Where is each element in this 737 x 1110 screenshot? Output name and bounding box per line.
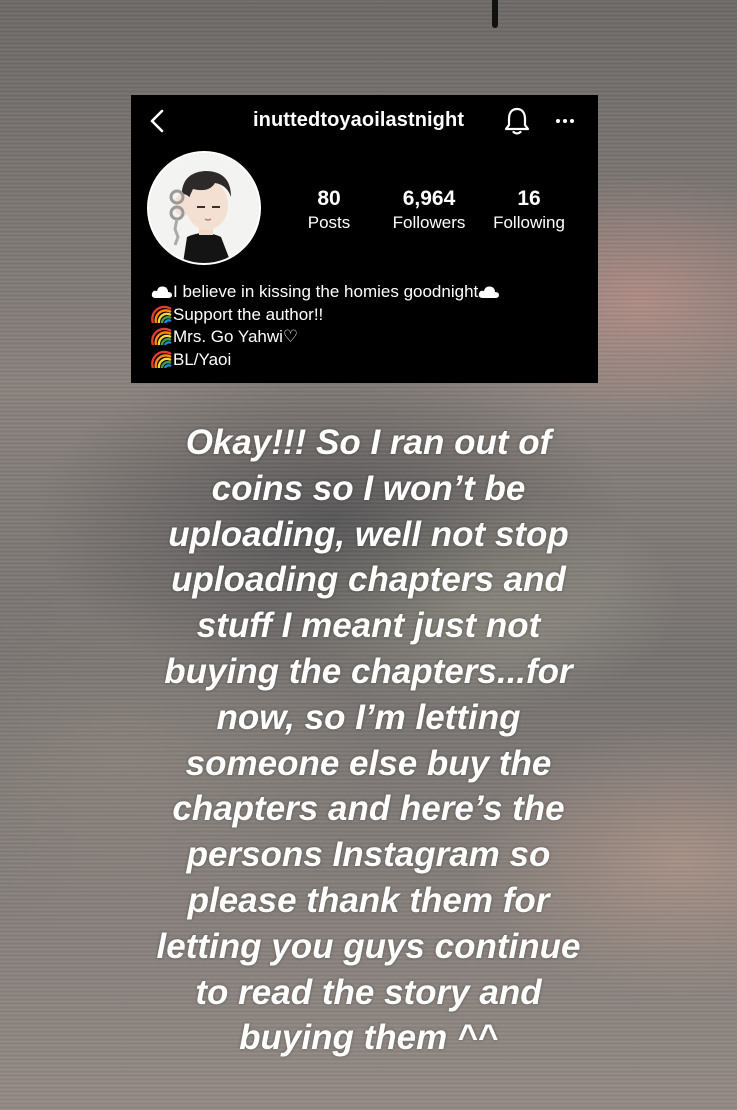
bio-line: Mrs. Go Yahwi♡	[151, 326, 500, 349]
story-caption-line: persons Instagram so	[186, 835, 551, 875]
rainbow-icon	[151, 305, 172, 323]
back-chevron-icon[interactable]	[149, 109, 167, 133]
stat-posts-count: 80	[317, 187, 341, 210]
story-caption-line: letting you guys continue	[156, 926, 581, 966]
story-caption-line: please thank them for	[187, 880, 550, 920]
bio-text: I believe in kissing the homies goodnigh…	[173, 282, 479, 301]
bio-line: BL/Yaoi	[151, 349, 500, 372]
profile-username: inuttedtoyaoilastnight	[253, 109, 465, 131]
bio-text: Mrs. Go Yahwi♡	[173, 327, 299, 346]
bio-line: I believe in kissing the homies goodnigh…	[151, 281, 500, 304]
bio-text: Support the author!!	[173, 304, 324, 324]
story-caption-line: buying the chapters...for	[164, 651, 573, 691]
story-caption-line: to read the story and	[195, 972, 542, 1012]
story-caption-line: chapters and here’s the	[172, 789, 565, 829]
rainbow-icon	[151, 327, 172, 345]
cloud-icon	[479, 286, 500, 298]
stat-following[interactable]: 16 Following	[487, 187, 571, 233]
story-caption-line: Okay!!! So I ran out of	[185, 423, 552, 462]
story-caption: Okay!!! So I ran out of coins so I won’t…	[120, 420, 617, 1061]
rainbow-icon	[151, 350, 172, 368]
story-caption-line: someone else buy the	[185, 743, 552, 783]
stat-followers-count: 6,964	[402, 187, 456, 210]
story-caption-line: now, so I’m letting	[216, 697, 521, 737]
stat-posts-label: Posts	[307, 213, 351, 232]
stat-followers[interactable]: 6,964 Followers	[386, 187, 472, 233]
profile-screenshot-card: inuttedtoyaoilastnight 80 Posts 6,964 Fo…	[131, 95, 598, 383]
bio-line: Support the author!!	[151, 304, 500, 327]
stat-following-count: 16	[517, 187, 541, 210]
bio-text: BL/Yaoi	[173, 349, 232, 369]
story-caption-line: coins so I won’t be	[211, 468, 526, 508]
avatar-illustration	[149, 153, 259, 263]
profile-bio: I believe in kissing the homies goodnigh…	[151, 281, 500, 371]
more-options-icon[interactable]	[551, 109, 579, 129]
notification-bell-icon[interactable]	[503, 106, 531, 136]
story-caption-line: buying them ^^	[239, 1018, 498, 1058]
story-progress-marker	[492, 0, 498, 28]
profile-avatar[interactable]	[147, 151, 261, 265]
story-caption-line: stuff I meant just not	[196, 606, 541, 646]
stat-followers-label: Followers	[392, 213, 466, 232]
stat-posts[interactable]: 80 Posts	[299, 187, 359, 233]
story-caption-line: uploading, well not stop	[168, 514, 569, 554]
cloud-icon	[151, 286, 172, 298]
story-caption-line: uploading chapters and	[171, 560, 566, 600]
stat-following-label: Following	[493, 213, 565, 232]
